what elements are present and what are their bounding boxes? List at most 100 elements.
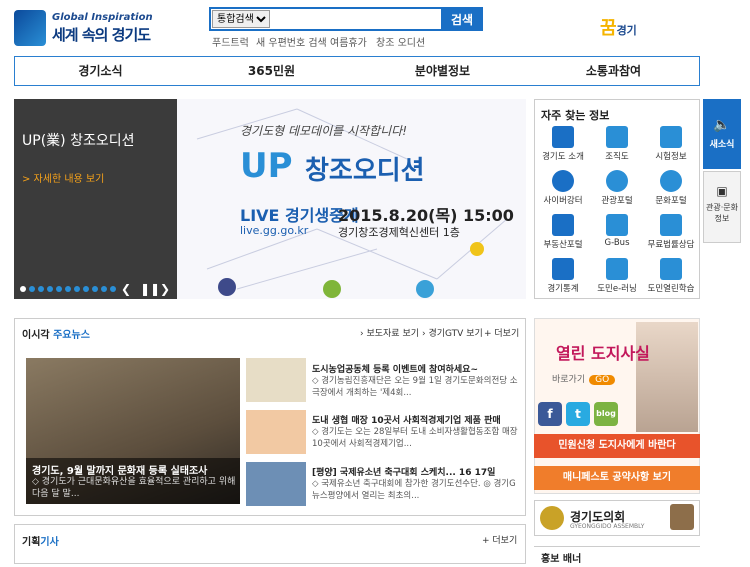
book-icon xyxy=(660,258,682,280)
banner-url: live.gg.go.kr xyxy=(240,224,309,237)
logo-subtitle: Global Inspiration xyxy=(52,12,153,23)
logo-emblem-icon[interactable] xyxy=(14,10,46,46)
pause-icon[interactable]: ❚❚ xyxy=(140,282,160,296)
banner-title: UP(業) 창조오디션 xyxy=(22,133,135,149)
news-more-link[interactable]: + 더보기 xyxy=(484,326,519,339)
speaker-icon: 🔈 xyxy=(713,117,731,133)
frequent-info-title: 자주 찾는 정보 xyxy=(541,109,610,122)
monitor-icon xyxy=(606,258,628,280)
news-item-title[interactable]: 도내 생협 매장 10곳서 사회적경제기업 제품 판매 xyxy=(312,413,501,426)
chevron-left-icon[interactable]: ❮ xyxy=(121,282,131,296)
gavel-icon xyxy=(660,214,682,236)
banner-dot[interactable] xyxy=(47,286,53,292)
banner-dot[interactable] xyxy=(83,286,89,292)
banner-dot[interactable] xyxy=(101,286,107,292)
frequent-item-tour[interactable]: 관광포털 xyxy=(590,168,644,208)
frequent-item-org[interactable]: 조직도 xyxy=(590,124,644,164)
apple-icon xyxy=(552,170,574,192)
banner-caption-panel xyxy=(14,99,177,299)
twitter-icon[interactable]: t xyxy=(566,402,590,426)
manifesto-button[interactable]: 매니페스토 공약사항 보기 xyxy=(534,466,700,490)
promo-go-link[interactable]: 바로가기 GO xyxy=(552,372,616,385)
frequent-item-intro[interactable]: 경기도 소개 xyxy=(536,124,590,164)
frequent-item-elearning[interactable]: 도민e-러닝 xyxy=(590,256,644,296)
brand-logo[interactable]: 꿈경기 xyxy=(600,14,637,40)
palette-icon xyxy=(660,170,682,192)
petition-button[interactable]: 민원신청 도지사에게 바란다 xyxy=(534,434,700,458)
frequent-item-stats[interactable]: 경기통계 xyxy=(536,256,590,296)
main-nav: 경기소식 365민원 분야별정보 소통과참여 xyxy=(14,56,700,86)
camera-icon xyxy=(606,170,628,192)
feature-more-link[interactable]: + 더보기 xyxy=(482,533,517,546)
nav-participation[interactable]: 소통과참여 xyxy=(528,57,699,85)
frequent-info-grid: 경기도 소개 조직도 시험정보 사이버강터 관광포털 문화포털 부동산포털 G-… xyxy=(536,124,698,296)
frequent-item-realestate[interactable]: 부동산포털 xyxy=(536,212,590,252)
news-thumb[interactable] xyxy=(246,358,306,402)
banner-place: 경기창조경제혁신센터 1층 xyxy=(338,226,460,239)
nav-news[interactable]: 경기소식 xyxy=(15,57,186,85)
news-main-desc: ◇ 경기도가 근대문화유산을 효율적으로 관리하고 위해 다음 달 말... xyxy=(32,477,236,499)
search-scope-select[interactable]: 통합검색 xyxy=(212,10,270,28)
bar-chart-icon xyxy=(552,258,574,280)
news-thumb[interactable] xyxy=(246,410,306,454)
camera-icon: ▣ xyxy=(716,184,728,198)
frequent-item-culture[interactable]: 문화포털 xyxy=(644,168,698,208)
house-icon xyxy=(552,214,574,236)
facebook-icon[interactable]: f xyxy=(538,402,562,426)
promo-banner-title: 홍보 배너 xyxy=(541,554,582,565)
gavel-icon xyxy=(670,504,694,530)
banner-headline: 창조오디션 xyxy=(305,156,425,186)
banner-dot[interactable] xyxy=(92,286,98,292)
nav-fields[interactable]: 분야별정보 xyxy=(357,57,528,85)
frequent-item-gbus[interactable]: G-Bus xyxy=(590,212,644,252)
frequent-item-legal[interactable]: 무료법률상담 xyxy=(644,212,698,252)
banner-pagination xyxy=(20,286,116,292)
side-tab-news[interactable]: 🔈 새소식 xyxy=(703,99,741,169)
logo-title[interactable]: 세계 속의 경기도 xyxy=(52,24,151,45)
banner-up: UP xyxy=(240,146,293,186)
quick-link-summer[interactable]: 여름휴가 xyxy=(330,34,367,49)
search-button[interactable]: 검색 xyxy=(441,7,483,31)
banner-dot[interactable] xyxy=(74,286,80,292)
blog-icon[interactable]: blog xyxy=(594,402,618,426)
feature-articles-title: 기획기사 xyxy=(22,537,59,548)
news-item-desc: ◇ 경기도는 오는 28일부터 도내 소비자생활협동조합 매장 10곳에서 사회… xyxy=(312,427,518,449)
search-input[interactable] xyxy=(273,10,443,28)
assembly-subtitle: GYEONGGIDO ASSEMBLY xyxy=(570,523,645,530)
org-chart-icon xyxy=(606,126,628,148)
assembly-seal-icon xyxy=(540,506,564,530)
news-item-title[interactable]: 도시농업공동체 등록 이벤트에 참여하세요~ xyxy=(312,362,478,375)
banner-dot[interactable] xyxy=(65,286,71,292)
document-icon xyxy=(660,126,682,148)
quick-link-audition[interactable]: 창조 오디션 xyxy=(376,34,425,49)
quick-link-food-truck[interactable]: 푸드트럭 xyxy=(212,34,249,49)
news-heading: 이시각 주요뉴스 xyxy=(22,330,90,341)
nav-civil[interactable]: 365민원 xyxy=(186,57,357,85)
banner-caption: 경기도형 데모데이를 시작합니다! xyxy=(240,124,408,138)
news-main-title[interactable]: 경기도, 9월 말까지 문화재 등록 실태조사 xyxy=(32,462,207,477)
frequent-item-exam[interactable]: 시험정보 xyxy=(644,124,698,164)
banner-more-link[interactable]: > 자세한 내용 보기 xyxy=(22,170,104,185)
news-thumb[interactable] xyxy=(246,462,306,506)
bus-icon xyxy=(606,214,628,236)
feature-articles-panel xyxy=(14,524,526,564)
side-tab-tourism[interactable]: ▣ 관광·문화 정보 xyxy=(703,171,741,243)
news-item-desc: ◇ 국제유소년 축구대회에 참가한 경기도선수단. ◎ 경기G뉴스평양에서 열리… xyxy=(312,479,516,501)
map-icon xyxy=(552,126,574,148)
banner-dot[interactable] xyxy=(110,286,116,292)
banner-dot[interactable] xyxy=(29,286,35,292)
news-item-title[interactable]: [평양] 국제유소년 축구대회 스케치... 16 17일 xyxy=(312,465,495,478)
promo-title: 열린 도지사실 xyxy=(556,344,650,363)
news-item-desc: ◇ 경기농림진흥재단은 오는 9월 1일 경기도문화의전당 소극장에서 개최하는… xyxy=(312,376,518,398)
gtv-link[interactable]: › 경기GTV 보기 xyxy=(422,326,483,339)
press-release-link[interactable]: › 보도자료 보기 xyxy=(360,326,419,339)
banner-dot[interactable] xyxy=(56,286,62,292)
banner-dot[interactable] xyxy=(20,286,26,292)
quick-link-postcode[interactable]: 새 우편번호 검색 xyxy=(256,34,327,49)
banner-date: 2015.8.20(목) 15:00 xyxy=(338,206,514,225)
chevron-right-icon[interactable]: ❯ xyxy=(160,282,170,296)
frequent-item-cyber[interactable]: 사이버강터 xyxy=(536,168,590,208)
governor-photo xyxy=(636,322,698,432)
frequent-item-learning[interactable]: 도민열린학습 xyxy=(644,256,698,296)
banner-dot[interactable] xyxy=(38,286,44,292)
